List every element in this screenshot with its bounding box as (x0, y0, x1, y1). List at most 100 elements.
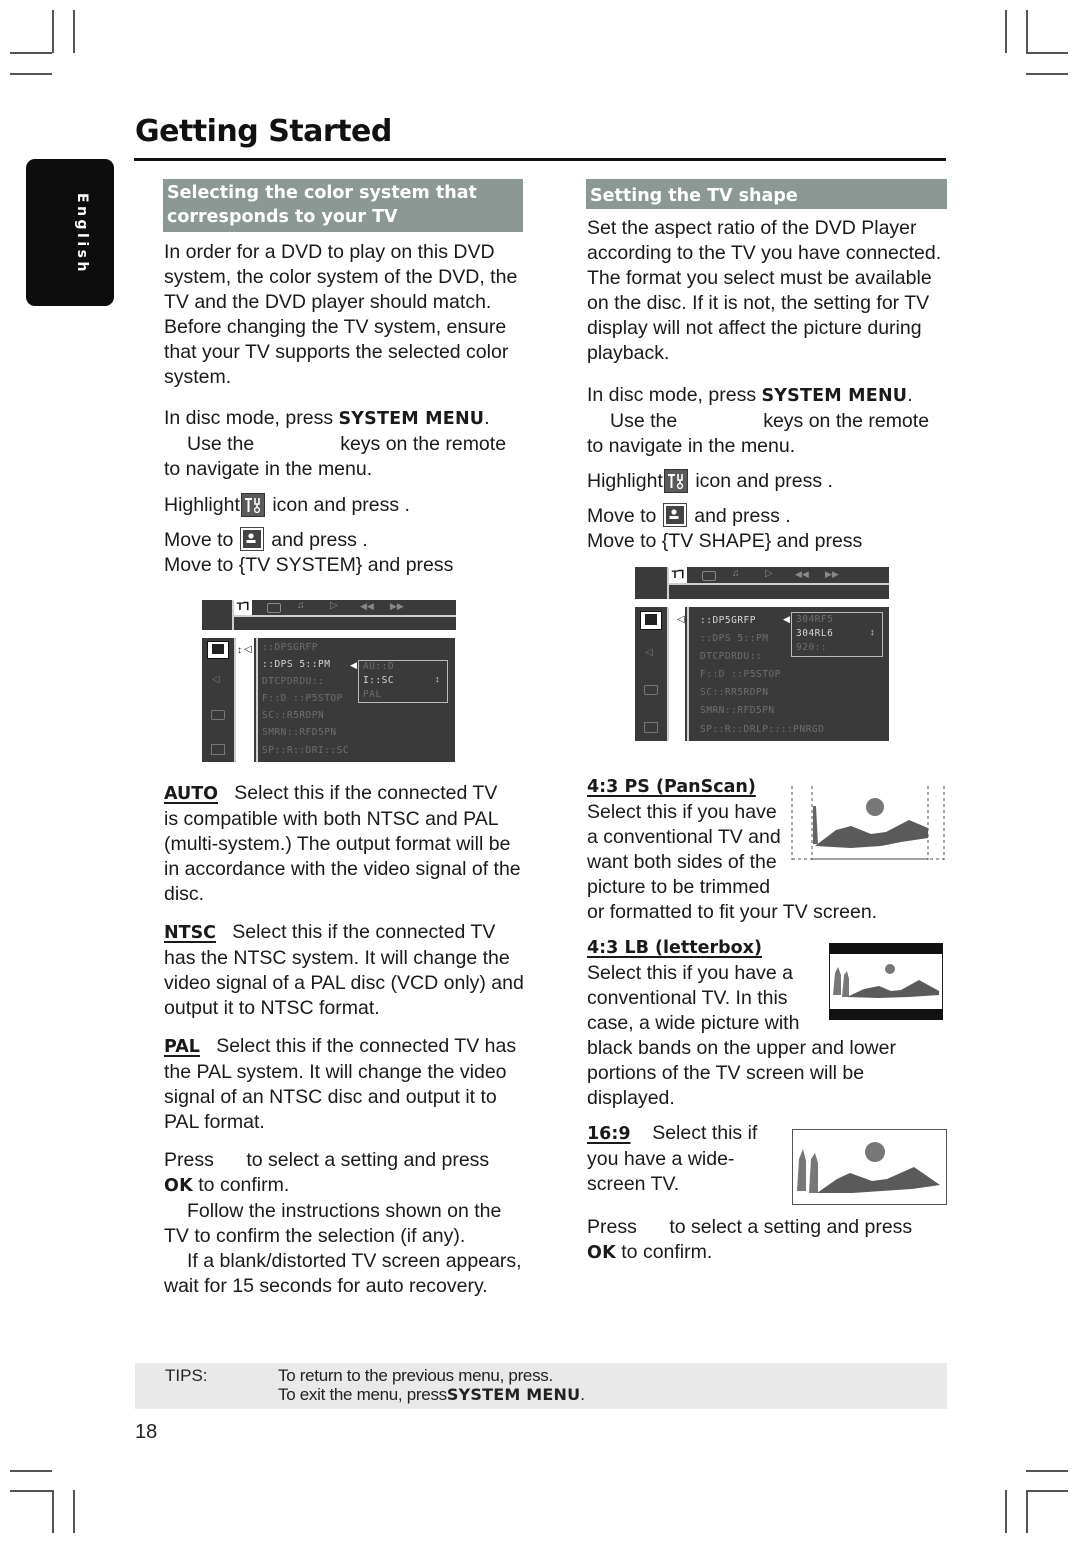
shape-text: portions of the TV screen will be (587, 1062, 865, 1084)
color-system-intro: In order for a DVD to play on this DVD s… (164, 240, 564, 390)
osd-options-box: 304RF5 304RL6 920:: ↕ (791, 612, 883, 657)
system-menu-key: SYSTEM MENU (761, 386, 908, 406)
step-text: and press . (271, 529, 368, 551)
crop-mark (10, 52, 52, 54)
osd-topbar: T⅂ ♫ ▷ ◀◀ ▶▶ (202, 600, 456, 630)
osd-menu-item: DTCPDRDU:: (262, 676, 325, 687)
panscan-illustration (791, 786, 945, 860)
option-text: in accordance with the video signal of t… (164, 858, 521, 880)
osd-menu-item: F::D ::P5STOP (700, 669, 781, 680)
step-text: keys on the remote (763, 410, 930, 432)
intro-line: system. (164, 366, 232, 388)
tip-text: . (580, 1385, 585, 1404)
widescreen-illustration (792, 1129, 947, 1205)
step-text: In disc mode, press (587, 384, 762, 406)
color-system-steps: In disc mode, press SYSTEM MENU. Use the… (164, 406, 574, 578)
osd-video-icon (207, 641, 229, 659)
intro-line: playback. (587, 342, 670, 364)
step-text: Use the (610, 410, 678, 432)
intro-line: In order for a DVD to play on this DVD (164, 241, 495, 263)
crop-mark (10, 73, 52, 75)
osd-audio-icon: ♫ (732, 568, 740, 579)
step-move-to-tv-shape: Move to {TV SHAPE} and press (587, 530, 863, 552)
shape-key: 4:3 LB (letterbox) (587, 938, 762, 958)
osd-speaker-icon: ◁ (645, 647, 653, 658)
crop-mark (73, 10, 75, 53)
osd-menu-item: SC::R5RDPN (262, 710, 325, 721)
step-text: In disc mode, press (164, 407, 339, 429)
step-text: Move to (587, 505, 657, 527)
shape-text: displayed. (587, 1087, 675, 1109)
crop-mark (52, 10, 54, 53)
letterbox-illustration (829, 943, 943, 1020)
confirm-text: to confirm. (192, 1174, 290, 1196)
option-text: output it to NTSC format. (164, 997, 380, 1019)
step-text: . (484, 407, 490, 429)
crop-mark (10, 1470, 52, 1472)
osd-rewind-icon: ◀◀ (795, 569, 809, 579)
osd-subtitle-icon (267, 603, 281, 613)
crop-mark (1026, 73, 1068, 75)
step-text: icon and press . (695, 470, 833, 492)
osd-subtitle-icon (702, 571, 716, 581)
intro-line: TV and the DVD player should match. (164, 291, 492, 313)
crop-mark (52, 1490, 54, 1533)
osd-audio-icon: ♫ (297, 600, 305, 611)
option-text: PAL format. (164, 1111, 265, 1133)
osd-speaker-icon: ◁ (212, 674, 220, 685)
ok-key: OK (164, 1176, 193, 1196)
osd-option: AU::D (363, 661, 395, 672)
shape-text: you have a wide- (587, 1148, 735, 1170)
osd-pointer-icon: ◁ (244, 644, 252, 655)
step-navigate: Use the keys on the remote (587, 409, 987, 434)
intro-line: system, the color system of the DVD, the (164, 266, 518, 288)
osd-menu-item: ::DPSGRFP (262, 642, 318, 653)
shape-text: black bands on the upper and lower (587, 1037, 896, 1059)
note-text: wait for 15 seconds for auto recovery. (164, 1275, 488, 1297)
osd-menu-item: SMRN::RFD5PN (700, 705, 775, 716)
note-text: TV to confirm the selection (if any). (164, 1225, 466, 1247)
osd-sidebar: ◁ (635, 607, 669, 741)
osd-menu-item-selected: ::DPS 5::PM (262, 659, 331, 670)
step-press-system-menu: In disc mode, press SYSTEM MENU. (164, 406, 574, 432)
shape-text: picture to be trimmed (587, 876, 771, 898)
option-ntsc: NTSC Select this if the connected TV (164, 920, 564, 946)
page-title: Getting Started (135, 114, 392, 149)
option-auto: AUTO Select this if the connected TV (164, 781, 564, 807)
step-move-to-video: Move to and press . (587, 503, 987, 529)
crop-mark (1026, 1470, 1068, 1472)
osd-video-icon (640, 611, 662, 630)
section-heading-tv-shape: Setting the TV shape (586, 179, 947, 209)
tip-text: To exit the menu, press (278, 1385, 447, 1404)
osd-sidebar: ◁ (202, 638, 236, 762)
option-text: Select this if the connected TV has (216, 1035, 517, 1057)
confirm-text: OK to confirm. (164, 1173, 564, 1199)
confirm-text: to confirm. (615, 1241, 713, 1263)
osd-forward-icon: ▶▶ (390, 601, 404, 611)
osd-menu-item: SP::R::DRLP::::PNRGD (700, 724, 825, 735)
osd-option: 304RF5 (796, 614, 834, 625)
crop-mark (1026, 10, 1028, 53)
intro-line: on the disc. If it is not, the setting f… (587, 292, 930, 314)
osd-briefcase-icon (211, 744, 225, 755)
tv-shape-intro: Set the aspect ratio of the DVD Player a… (587, 216, 987, 366)
shape-widescreen: 16:9 Select this if you have a wide- scr… (587, 1121, 787, 1197)
intro-line: The format you select must be available (587, 267, 932, 289)
crop-mark (1005, 1490, 1007, 1533)
osd-pointer-icon: ◁ (677, 614, 685, 625)
step-text: to navigate in the menu. (164, 458, 373, 480)
note-text: If a blank/distorted TV screen appears, (187, 1250, 522, 1272)
confirm-text: Press to select a setting and press (587, 1216, 913, 1238)
shape-text: Select this if (652, 1122, 758, 1144)
step-highlight: Highlight icon and press . (587, 469, 987, 494)
step-move-to-video: Move to and press . (164, 527, 574, 553)
shape-key: 4:3 PS (PanScan) (587, 777, 756, 797)
option-text: signal of an NTSC disc and output it to (164, 1086, 497, 1108)
video-setup-icon (662, 503, 687, 527)
note-text: Follow the instructions shown on the (187, 1200, 502, 1222)
tv-shape-confirm: Press to select a setting and press OK t… (587, 1215, 987, 1266)
option-text: the PAL system. It will change the video (164, 1061, 507, 1083)
step-text: to navigate in the menu. (587, 435, 796, 457)
osd-menu-item: SMRN::RFD5PN (262, 727, 337, 738)
osd-play-icon: ▷ (765, 568, 773, 579)
